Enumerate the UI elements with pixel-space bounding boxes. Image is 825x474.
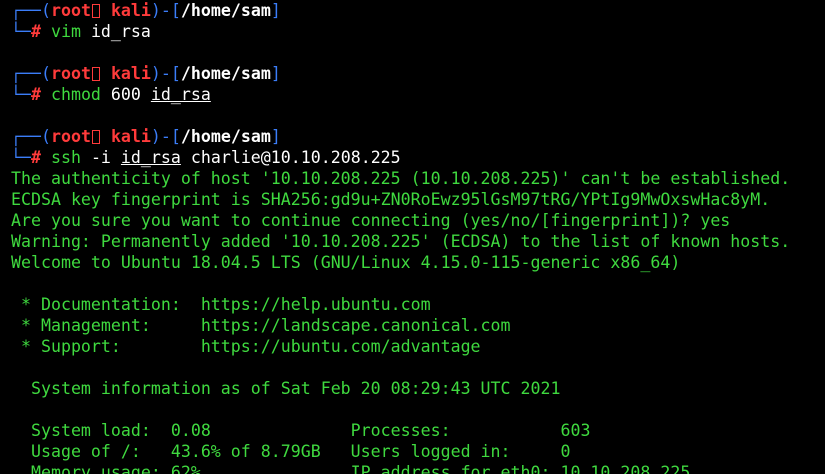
prompt-hash: # — [30, 85, 51, 104]
prompt-line-2: ┌──(root kali)-[/home/sam] — [11, 63, 281, 84]
prompt-close: ] — [270, 127, 281, 146]
command-target: charlie@10.10.208.225 — [180, 148, 401, 167]
prompt-hash: # — [30, 22, 51, 41]
output-line: ECDSA key fingerprint is SHA256:gd9u+ZN0… — [11, 190, 771, 209]
prompt-path: /home/sam — [180, 127, 271, 146]
command-args: 600 — [100, 85, 151, 104]
output-line: Warning: Permanently added '10.10.208.22… — [11, 232, 791, 251]
sysinfo-line: Memory usage: 62% IP address for eth0: 1… — [11, 463, 691, 474]
prompt-user: root — [50, 127, 91, 146]
prompt-frame-top: ┌──( — [11, 127, 51, 146]
prompt-path: /home/sam — [180, 1, 271, 20]
command-name: chmod — [50, 85, 101, 104]
prompt-user: root — [50, 1, 91, 20]
prompt-frame-corner: └─ — [11, 85, 31, 104]
output-line: Welcome to Ubuntu 18.04.5 LTS (GNU/Linux… — [11, 253, 681, 272]
terminal-window[interactable]: ┌──(root kali)-[/home/sam] └─# vim id_rs… — [0, 0, 825, 474]
motd-link-line: * Documentation: https://help.ubuntu.com — [11, 295, 431, 314]
command-line-3: └─# ssh -i id_rsa charlie@10.10.208.225 — [11, 147, 401, 168]
prompt-separator: )-[ — [150, 127, 181, 146]
sysinfo-line: Usage of /: 43.6% of 8.79GB Users logged… — [11, 442, 571, 461]
missing-glyph-icon — [91, 67, 100, 81]
command-args: id_rsa — [80, 22, 151, 41]
prompt-close: ] — [270, 1, 281, 20]
motd-link-line: * Management: https://landscape.canonica… — [11, 316, 511, 335]
command-name: vim — [50, 22, 81, 41]
prompt-frame-corner: └─ — [11, 22, 31, 41]
sysinfo-header: System information as of Sat Feb 20 08:2… — [11, 379, 561, 398]
prompt-path: /home/sam — [180, 64, 271, 83]
command-file-arg: id_rsa — [120, 148, 181, 167]
prompt-host: kali — [110, 64, 151, 83]
prompt-close: ] — [270, 64, 281, 83]
sysinfo-line: System load: 0.08 Processes: 603 — [11, 421, 591, 440]
missing-glyph-icon — [91, 130, 100, 144]
motd-link-line: * Support: https://ubuntu.com/advantage — [11, 337, 481, 356]
prompt-separator: )-[ — [150, 1, 181, 20]
prompt-host: kali — [110, 1, 151, 20]
command-file-arg: id_rsa — [150, 85, 211, 104]
output-line: The authenticity of host '10.10.208.225 … — [11, 169, 791, 188]
prompt-hash: # — [30, 148, 51, 167]
prompt-host: kali — [110, 127, 151, 146]
missing-glyph-icon — [91, 4, 100, 18]
prompt-frame-corner: └─ — [11, 148, 31, 167]
prompt-frame-top: ┌──( — [11, 1, 51, 20]
prompt-user: root — [50, 64, 91, 83]
prompt-line-1: ┌──(root kali)-[/home/sam] — [11, 0, 281, 21]
command-args: -i — [80, 148, 121, 167]
command-line-2: └─# chmod 600 id_rsa — [11, 84, 211, 105]
output-line: Are you sure you want to continue connec… — [11, 211, 731, 230]
command-line-1: └─# vim id_rsa — [11, 21, 151, 42]
prompt-line-3: ┌──(root kali)-[/home/sam] — [11, 126, 281, 147]
prompt-frame-top: ┌──( — [11, 64, 51, 83]
prompt-separator: )-[ — [150, 64, 181, 83]
command-name: ssh — [50, 148, 81, 167]
